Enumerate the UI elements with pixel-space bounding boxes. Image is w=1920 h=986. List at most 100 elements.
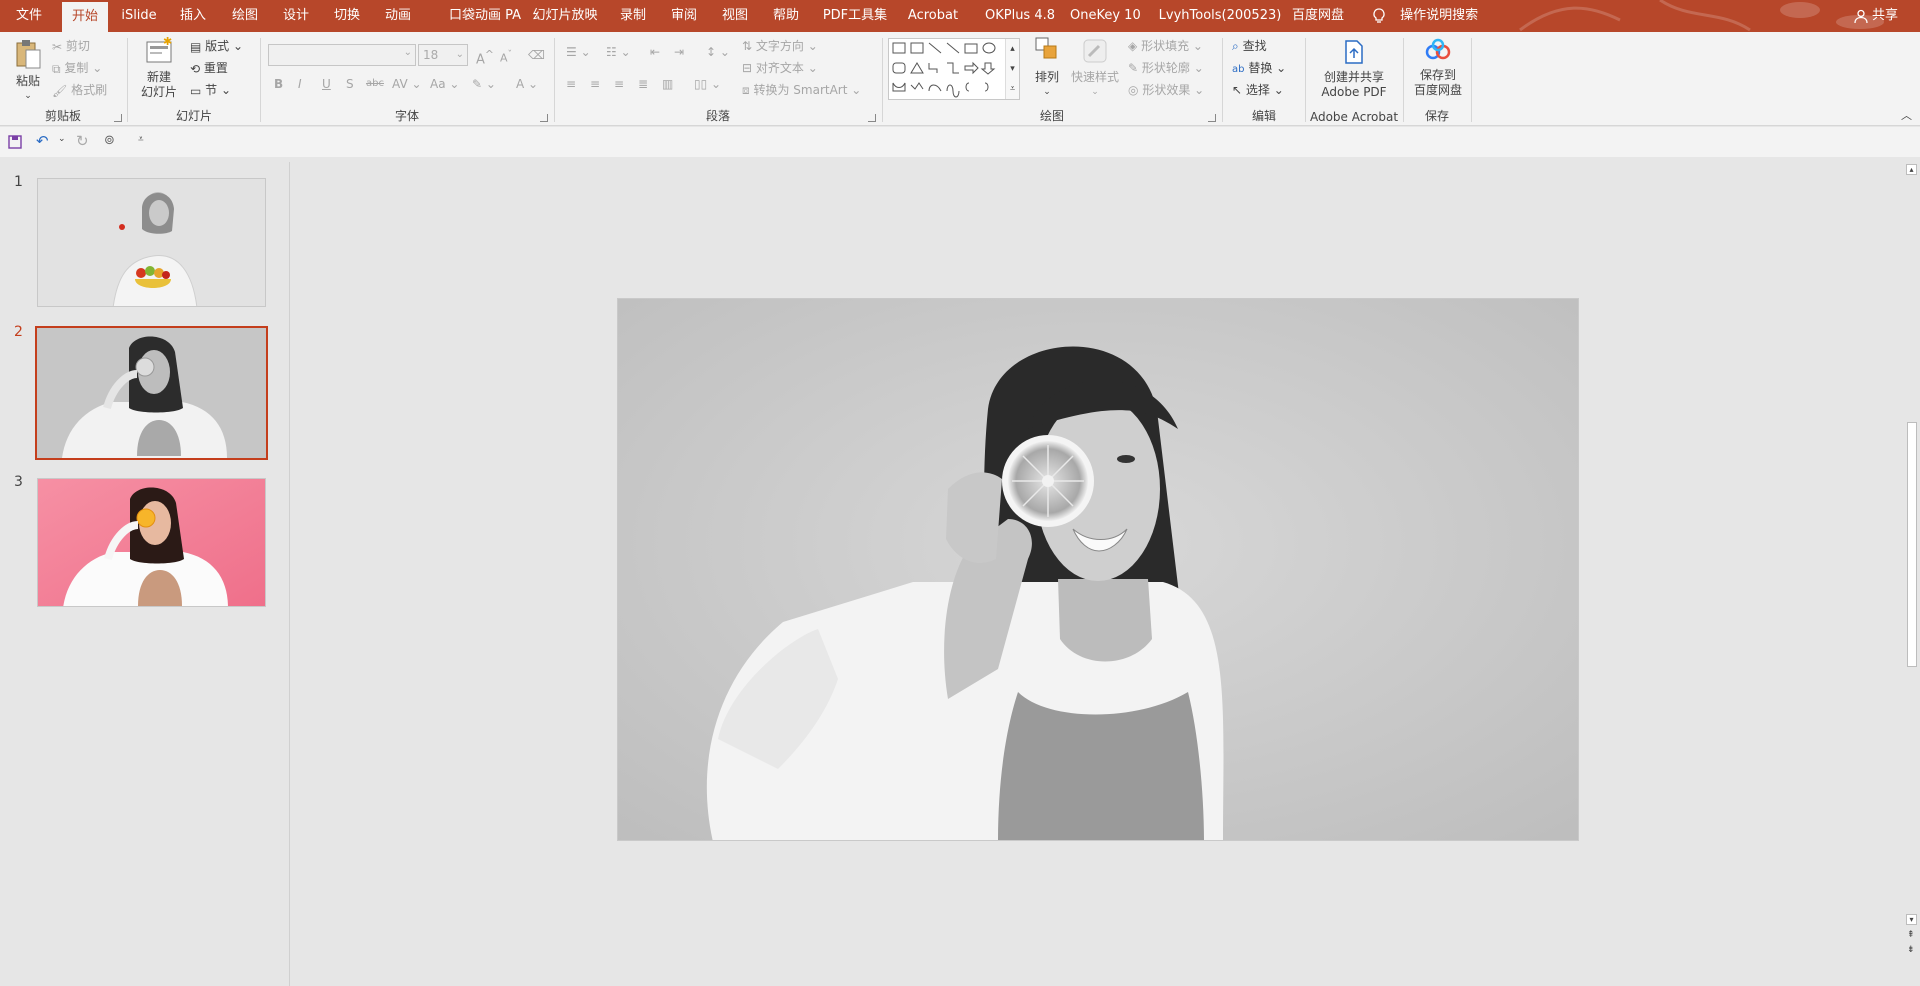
tab-transitions[interactable]: 切换 bbox=[326, 0, 368, 32]
highlight-button[interactable]: ✎ ⌄ bbox=[472, 74, 496, 94]
vertical-scrollbar[interactable]: ▴ ▾ ⇞ ⇟ bbox=[1902, 162, 1920, 962]
save-to-label-1: 保存到 bbox=[1419, 68, 1456, 82]
tab-islide[interactable]: iSlide bbox=[116, 0, 162, 32]
font-size-combobox[interactable]: 18 ⌄ bbox=[418, 44, 468, 66]
share-button[interactable]: 共享 bbox=[1854, 0, 1898, 32]
create-share-pdf-button[interactable]: 创建并共享 Adobe PDF bbox=[1310, 38, 1398, 100]
slide-canvas[interactable] bbox=[617, 298, 1579, 841]
line-spacing-icon: ↕ bbox=[706, 45, 717, 59]
font-name-combobox[interactable]: ⌄ bbox=[268, 44, 416, 66]
tab-acrobat[interactable]: Acrobat bbox=[904, 0, 962, 32]
paste-button[interactable]: 粘贴 ⌄ bbox=[10, 38, 46, 104]
find-button[interactable]: ⌕ 查找 bbox=[1232, 36, 1267, 56]
gallery-scroll[interactable]: ▴ ▾ ⩡ bbox=[1005, 39, 1019, 99]
reset-button[interactable]: ⟲ 重置 bbox=[190, 58, 228, 78]
clear-formatting-icon[interactable]: ⌫ bbox=[528, 45, 545, 65]
tell-me-search[interactable]: 操作说明搜索 bbox=[1372, 0, 1478, 32]
tab-help[interactable]: 帮助 bbox=[765, 0, 807, 32]
tab-pocket-animation[interactable]: 口袋动画 PA bbox=[436, 0, 534, 32]
slide-thumbnail-1[interactable] bbox=[37, 178, 266, 307]
svg-text:✱: ✱ bbox=[163, 36, 172, 48]
tab-okplus[interactable]: OKPlus 4.8 bbox=[980, 0, 1060, 32]
character-spacing-button[interactable]: AV ⌄ bbox=[392, 74, 422, 94]
tab-lvyhtools[interactable]: LvyhTools(200523) bbox=[1158, 0, 1282, 32]
font-dialog-launcher[interactable] bbox=[540, 114, 548, 122]
decrease-indent-icon[interactable]: ⇤ bbox=[650, 42, 660, 62]
tab-baidu-netdisk[interactable]: 百度网盘 bbox=[1292, 0, 1344, 32]
clipboard-dialog-launcher[interactable] bbox=[114, 114, 122, 122]
shadow-button[interactable]: S bbox=[346, 74, 354, 94]
paragraph-group-label: 段落 bbox=[705, 109, 730, 123]
slide-thumbnail-2[interactable] bbox=[35, 326, 268, 460]
section-button[interactable]: ▭ 节 ⌄ bbox=[190, 80, 231, 100]
format-painter-button[interactable]: 🖌 格式刷 bbox=[52, 80, 107, 100]
italic-button[interactable]: I bbox=[298, 74, 302, 94]
customize-toolbar-icon[interactable]: ⩡ bbox=[138, 134, 144, 145]
convert-smartart-button[interactable]: ⧈ 转换为 SmartArt ⌄ bbox=[742, 80, 861, 100]
tab-home[interactable]: 开始 bbox=[62, 2, 108, 32]
layout-button[interactable]: ▤ 版式 ⌄ bbox=[190, 36, 243, 56]
quick-styles-button[interactable]: 快速样式 ⌄ bbox=[1070, 36, 1120, 100]
chevron-down-icon: ⌄ bbox=[1091, 87, 1099, 97]
shape-outline-button[interactable]: ✎ 形状轮廓 ⌄ bbox=[1128, 58, 1204, 78]
tab-file[interactable]: 文件 bbox=[8, 0, 50, 32]
scroll-up-icon[interactable]: ▴ bbox=[1906, 164, 1917, 175]
increase-indent-icon[interactable]: ⇥ bbox=[674, 42, 684, 62]
shape-fill-button[interactable]: ◈ 形状填充 ⌄ bbox=[1128, 36, 1203, 56]
tab-review[interactable]: 审阅 bbox=[663, 0, 705, 32]
align-text-button[interactable]: ⊟ 对齐文本 ⌄ bbox=[742, 58, 818, 78]
scroll-down-icon[interactable]: ▾ bbox=[1906, 914, 1917, 925]
justify-icon[interactable]: ≣ bbox=[638, 74, 648, 94]
copy-button[interactable]: ⧉ 复制 ⌄ bbox=[52, 58, 102, 78]
bullets-button[interactable]: ☰ ⌄ bbox=[566, 42, 591, 62]
shapes-gallery[interactable]: ▴ ▾ ⩡ bbox=[888, 38, 1020, 100]
arrange-button[interactable]: 排列 ⌄ bbox=[1030, 36, 1064, 100]
main-slide-photo[interactable] bbox=[618, 299, 1579, 841]
tab-record[interactable]: 录制 bbox=[612, 0, 654, 32]
align-left-icon[interactable]: ≡ bbox=[566, 74, 576, 94]
line-spacing-button[interactable]: ↕ ⌄ bbox=[706, 42, 730, 62]
chevron-down-icon[interactable]: ⌄ bbox=[58, 134, 66, 144]
align-right-icon[interactable]: ≡ bbox=[614, 74, 624, 94]
previous-slide-icon[interactable]: ⇞ bbox=[1907, 930, 1915, 940]
presentation-icon[interactable]: ⊚ bbox=[104, 133, 115, 148]
tab-slideshow[interactable]: 幻灯片放映 bbox=[530, 0, 600, 32]
bold-button[interactable]: B bbox=[274, 74, 283, 94]
redo-icon[interactable]: ↻ bbox=[76, 132, 89, 150]
slide-thumbnail-3[interactable] bbox=[37, 478, 266, 607]
numbering-button[interactable]: ☷ ⌄ bbox=[606, 42, 631, 62]
text-direction-button[interactable]: ⇅ 文字方向 ⌄ bbox=[742, 36, 818, 56]
paragraph-dialog-launcher[interactable] bbox=[868, 114, 876, 122]
tab-animations[interactable]: 动画 bbox=[377, 0, 419, 32]
cut-button[interactable]: ✂ 剪切 bbox=[52, 36, 90, 56]
undo-icon[interactable]: ↶ bbox=[36, 132, 49, 150]
font-color-button[interactable]: A ⌄ bbox=[516, 74, 538, 94]
tab-view[interactable]: 视图 bbox=[714, 0, 756, 32]
tab-draw[interactable]: 绘图 bbox=[224, 0, 266, 32]
new-slide-button[interactable]: ✱ 新建 幻灯片 bbox=[136, 35, 182, 100]
select-button[interactable]: ↖ 选择 ⌄ bbox=[1232, 80, 1284, 100]
slide-number: 1 bbox=[14, 174, 23, 190]
scrollbar-thumb[interactable] bbox=[1907, 422, 1917, 667]
replace-button[interactable]: ab 替换 ⌄ bbox=[1232, 58, 1286, 78]
distributed-icon[interactable]: ▥ bbox=[662, 74, 673, 94]
change-case-button[interactable]: Aa ⌄ bbox=[430, 74, 459, 94]
acrobat-group: 创建并共享 Adobe PDF Adobe Acrobat bbox=[1306, 32, 1402, 126]
shape-effects-button[interactable]: ◎ 形状效果 ⌄ bbox=[1128, 80, 1204, 100]
align-center-icon[interactable]: ≡ bbox=[590, 74, 600, 94]
drawing-dialog-launcher[interactable] bbox=[1208, 114, 1216, 122]
underline-button[interactable]: U bbox=[322, 74, 331, 94]
shrink-font-button[interactable]: Aˇ bbox=[500, 45, 512, 65]
collapse-ribbon-icon[interactable]: ︿ bbox=[1901, 107, 1912, 123]
save-icon[interactable] bbox=[8, 135, 22, 149]
grow-font-button[interactable]: A^ bbox=[476, 45, 494, 67]
tab-insert[interactable]: 插入 bbox=[172, 0, 214, 32]
save-to-baidu-button[interactable]: 保存到 百度网盘 bbox=[1410, 38, 1466, 98]
tab-design[interactable]: 设计 bbox=[275, 0, 317, 32]
tab-pdf-tools[interactable]: PDF工具集 bbox=[820, 0, 890, 32]
columns-button[interactable]: ▯▯ ⌄ bbox=[694, 74, 721, 94]
quick-styles-label: 快速样式 bbox=[1070, 70, 1119, 84]
tab-onekey[interactable]: OneKey 10 bbox=[1070, 0, 1141, 32]
strikethrough-button[interactable]: abc bbox=[366, 74, 384, 94]
next-slide-icon[interactable]: ⇟ bbox=[1907, 945, 1915, 955]
